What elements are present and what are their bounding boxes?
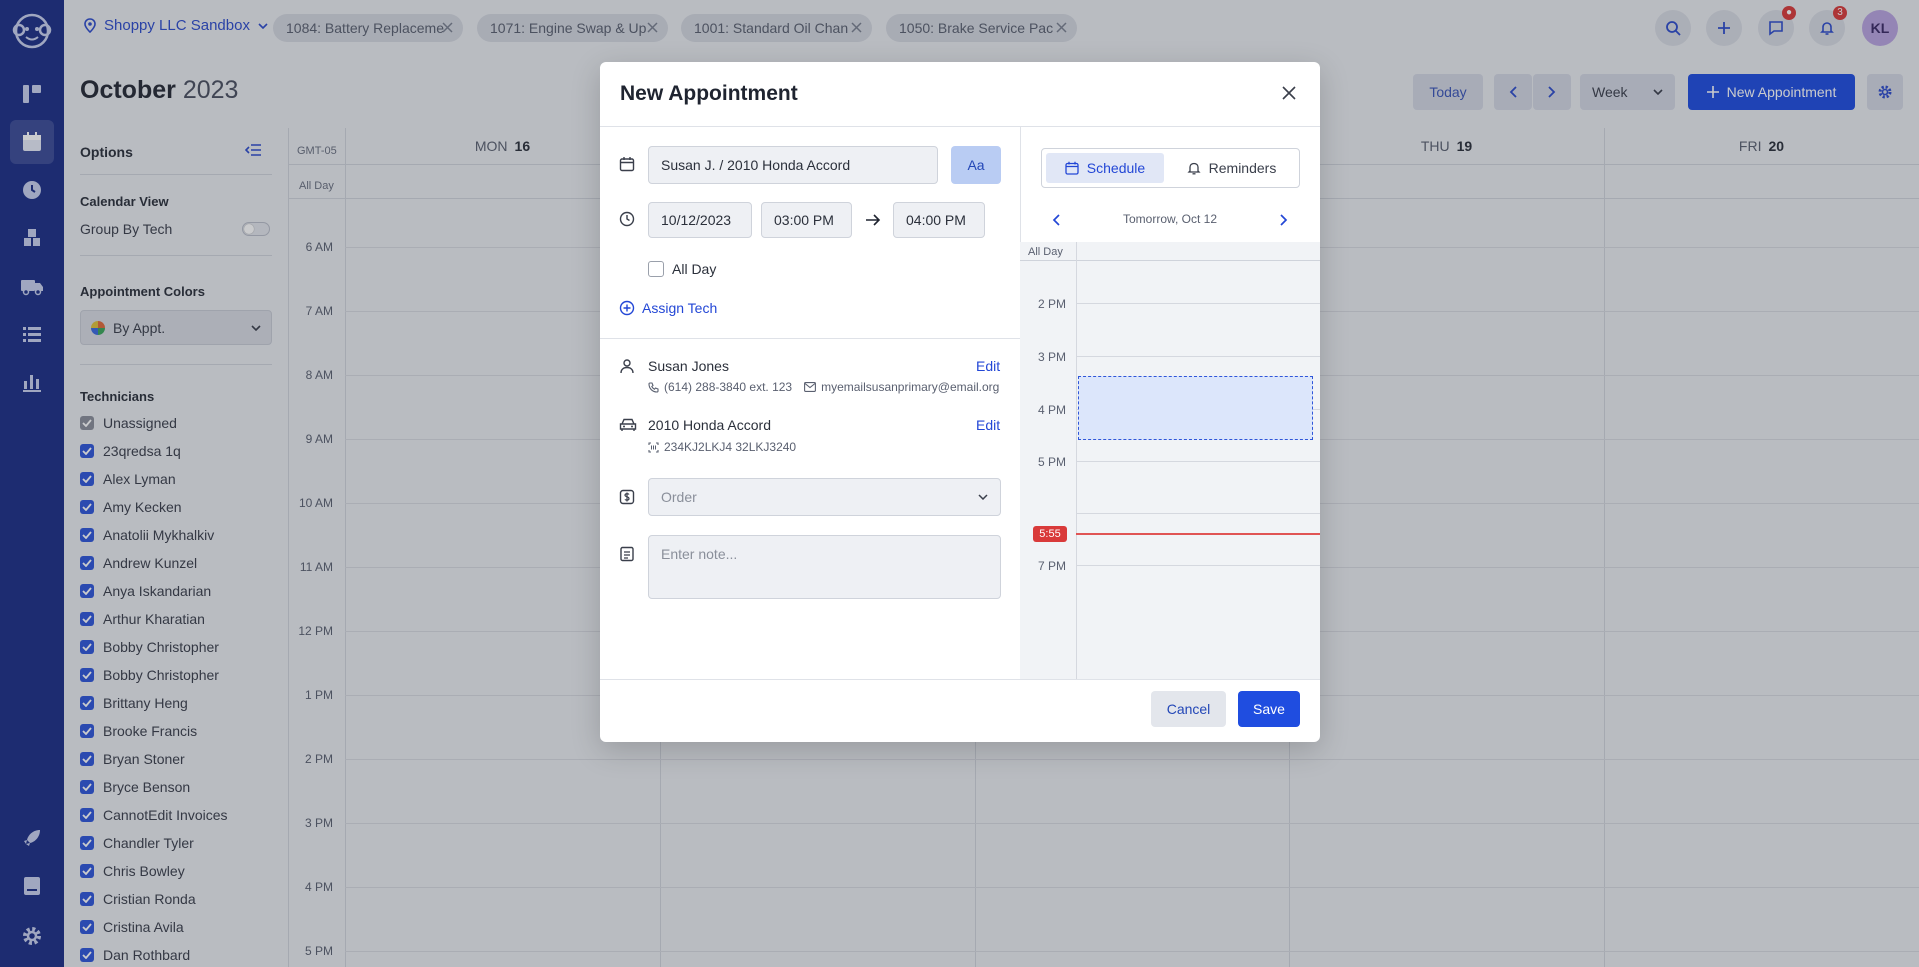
divider bbox=[600, 338, 1020, 339]
phone-icon bbox=[648, 381, 659, 393]
calendar-icon bbox=[619, 157, 635, 172]
day-schedule-preview: All Day 2 PM 3 PM 4 PM 5 PM 7 PM 5:55 bbox=[1020, 242, 1320, 679]
assign-tech-button[interactable]: Assign Tech bbox=[619, 300, 717, 316]
dollar-icon bbox=[619, 489, 635, 505]
clock-icon bbox=[619, 211, 635, 227]
person-icon bbox=[620, 359, 634, 374]
customer-email[interactable]: myemailsusanprimary@email.org bbox=[821, 380, 999, 394]
vehicle-name[interactable]: 2010 Honda Accord bbox=[648, 417, 771, 433]
close-icon[interactable] bbox=[1282, 86, 1296, 100]
email-icon bbox=[804, 382, 817, 392]
tab-schedule[interactable]: Schedule bbox=[1046, 153, 1164, 183]
edit-vehicle-link[interactable]: Edit bbox=[976, 417, 1000, 433]
customer-contact: (614) 288-3840 ext. 123 myemailsusanprim… bbox=[648, 380, 999, 394]
calendar-icon bbox=[1065, 161, 1079, 175]
customer-name[interactable]: Susan Jones bbox=[648, 358, 729, 374]
current-time-badge: 5:55 bbox=[1033, 526, 1067, 542]
hour-label: 2 PM bbox=[1037, 297, 1066, 311]
divider bbox=[1020, 260, 1320, 261]
note-icon bbox=[620, 546, 634, 562]
hour-line bbox=[1076, 513, 1320, 514]
cancel-button[interactable]: Cancel bbox=[1151, 691, 1226, 727]
edit-customer-link[interactable]: Edit bbox=[976, 358, 1000, 374]
dialog-title: New Appointment bbox=[620, 82, 798, 105]
arrow-right-icon bbox=[866, 214, 881, 226]
customer-phone[interactable]: (614) 288-3840 ext. 123 bbox=[664, 380, 792, 394]
tab-schedule-label: Schedule bbox=[1086, 160, 1146, 176]
save-button[interactable]: Save bbox=[1238, 691, 1300, 727]
proposed-appointment-slot[interactable] bbox=[1078, 376, 1313, 440]
all-day-label: All Day bbox=[672, 261, 717, 277]
plus-circle-icon bbox=[619, 300, 635, 316]
appointment-title-input[interactable]: Susan J. / 2010 Honda Accord bbox=[648, 146, 938, 184]
start-time-input[interactable]: 03:00 PM bbox=[761, 202, 852, 238]
car-icon bbox=[619, 418, 637, 431]
note-placeholder: Enter note... bbox=[661, 546, 738, 562]
hour-label: 4 PM bbox=[1037, 403, 1066, 417]
end-time-input[interactable]: 04:00 PM bbox=[893, 202, 985, 238]
all-day-checkbox[interactable] bbox=[648, 261, 664, 277]
day-navigator: Tomorrow, Oct 12 bbox=[1020, 208, 1320, 232]
divider bbox=[600, 126, 1320, 127]
barcode-scan-icon bbox=[648, 441, 659, 453]
tab-reminders[interactable]: Reminders bbox=[1166, 153, 1297, 183]
date-input[interactable]: 10/12/2023 bbox=[648, 202, 752, 238]
divider bbox=[600, 679, 1320, 680]
hour-label: 3 PM bbox=[1037, 350, 1066, 364]
text-format-button[interactable]: Aa bbox=[951, 146, 1001, 184]
note-textarea[interactable]: Enter note... bbox=[648, 535, 1001, 599]
hour-label: 5 PM bbox=[1037, 455, 1066, 469]
hour-line bbox=[1076, 565, 1320, 566]
selected-day-label: Tomorrow, Oct 12 bbox=[1122, 212, 1218, 226]
hour-line bbox=[1076, 303, 1320, 304]
vehicle-vin-row: 234KJ2LKJ4 32LKJ3240 bbox=[648, 440, 796, 454]
chevron-right-icon[interactable] bbox=[1280, 214, 1288, 226]
hour-line bbox=[1076, 356, 1320, 357]
vehicle-vin: 234KJ2LKJ4 32LKJ3240 bbox=[664, 440, 797, 454]
schedule-reminders-toggle: Schedule Reminders bbox=[1041, 148, 1300, 188]
current-time-line bbox=[1076, 533, 1320, 535]
hour-label: 7 PM bbox=[1037, 559, 1066, 573]
assign-tech-label: Assign Tech bbox=[642, 300, 718, 316]
chevron-down-icon bbox=[978, 494, 988, 500]
new-appointment-dialog: New Appointment Susan J. / 2010 Honda Ac… bbox=[600, 62, 1320, 742]
order-select-placeholder: Order bbox=[661, 489, 697, 505]
bell-icon bbox=[1187, 162, 1201, 175]
mini-all-day-label: All Day bbox=[1028, 246, 1063, 258]
order-select[interactable]: Order bbox=[648, 478, 1001, 516]
tab-reminders-label: Reminders bbox=[1208, 160, 1277, 176]
hour-line bbox=[1076, 461, 1320, 462]
